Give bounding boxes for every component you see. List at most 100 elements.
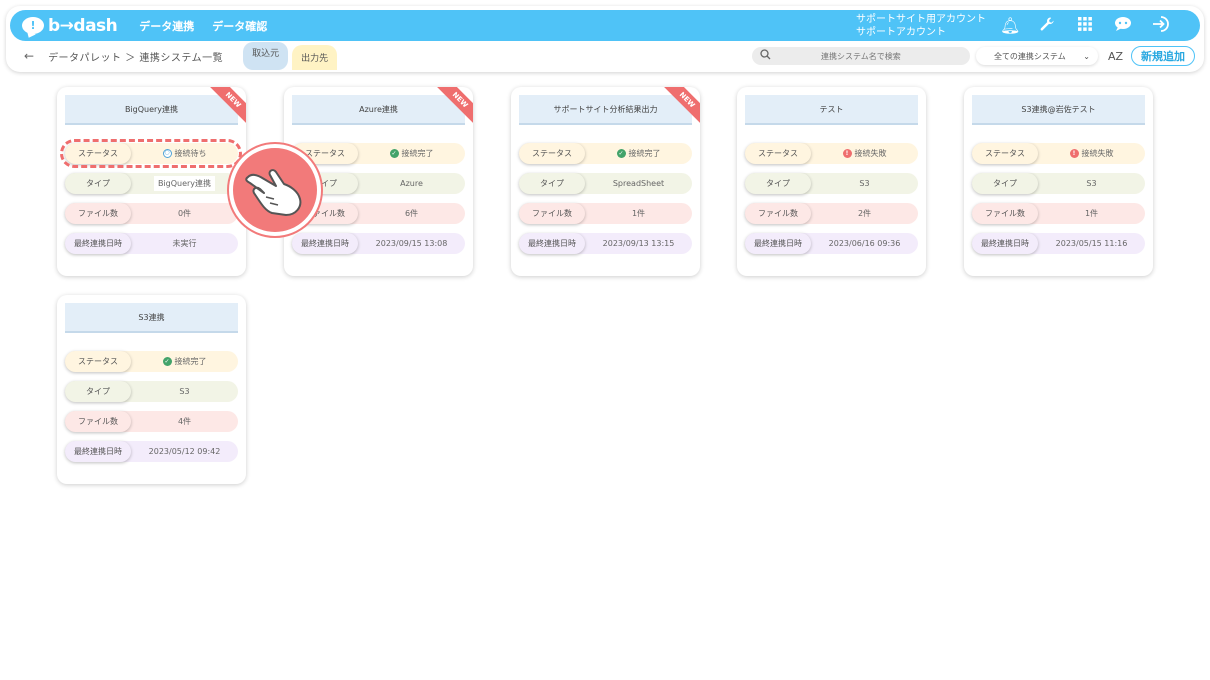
last-run-label: 最終連携日時 [65,233,131,254]
type-label: タイプ [745,173,811,194]
search-input[interactable] [770,51,951,61]
card-title: BigQuery連携 [65,95,238,125]
filter-value: 全ての連携システム [993,51,1066,61]
card-title: サポートサイト分析結果出力 [519,95,692,125]
last-run-row: 最終連携日時 2023/09/13 13:15 [519,233,692,254]
type-text: S3 [179,387,190,396]
status-row: ステータス ✓ 接続完了 [292,143,465,164]
type-label: タイプ [65,381,131,402]
type-text: SpreadSheet [612,179,665,188]
status-ok-icon: ✓ [162,357,172,366]
files-value: 6件 [404,209,419,218]
last-run-row: 最終連携日時 2023/06/16 09:36 [745,233,918,254]
tab-import[interactable]: 取込元 [243,42,289,70]
status-text: 接続完了 [628,149,661,158]
files-row: ファイル数 0件 [65,203,238,224]
top-bar: ! b→dash データ連携 データ確認 サポートサイト用アカウント サポートア… [10,10,1200,41]
files-value: 2件 [857,209,872,218]
last-run-label: 最終連携日時 [519,233,585,254]
type-row: タイプ S3 [972,173,1145,194]
last-run-label: 最終連携日時 [65,441,131,462]
files-value: 1件 [631,209,646,218]
type-text: Azure [400,179,423,188]
last-run-row: 最終連携日時 2023/09/15 13:08 [292,233,465,254]
pointer-hand-icon [229,144,321,236]
sort-az-icon[interactable]: AZ [1108,50,1123,63]
type-row: タイプ S3 [745,173,918,194]
grid-icon[interactable] [1076,16,1094,35]
status-text: 接続完了 [401,149,434,158]
files-row: ファイル数 2件 [745,203,918,224]
status-ng-icon: ! [842,149,852,158]
chat-icon[interactable] [1114,16,1132,36]
type-label: タイプ [519,173,585,194]
type-value: S3 [1038,179,1145,188]
account-info[interactable]: サポートサイト用アカウント サポートアカウント [856,13,986,39]
type-value: S3 [811,179,918,188]
last-run-value: 2023/09/13 13:15 [602,239,675,248]
files-value: 4件 [177,417,192,426]
last-run-label: 最終連携日時 [292,233,358,254]
last-run-value: 2023/05/15 11:16 [1055,239,1128,248]
logo-text: b→dash [48,15,118,36]
type-value: Azure [358,179,465,188]
status-value: ✓ 接続完了 [131,356,238,367]
last-run-row: 最終連携日時 2023/05/12 09:42 [65,441,238,462]
type-value: S3 [131,387,238,396]
type-text: S3 [859,179,870,188]
type-label: タイプ [972,173,1038,194]
tabs: 取込元 出力先 [243,42,338,70]
top-nav: データ連携 データ確認 [139,18,267,34]
files-label: ファイル数 [65,203,131,224]
type-row: タイプ S3 [65,381,238,402]
status-value: ✓ 接続完了 [358,148,465,159]
account-line1: サポートサイト用アカウント [856,13,986,25]
status-text: 接続完了 [174,357,207,366]
status-row: ステータス ! 接続失敗 [972,143,1145,164]
status-row: ステータス ✓ 接続完了 [519,143,692,164]
back-arrow-icon[interactable]: ← [24,49,34,63]
type-text: BigQuery連携 [153,176,216,191]
type-text: S3 [1086,179,1097,188]
tab-export[interactable]: 出力先 [292,45,338,70]
status-row: ステータス ✓ 接続完了 [65,351,238,372]
files-label: ファイル数 [519,203,585,224]
last-run-value: 未実行 [172,239,197,248]
last-run-label: 最終連携日時 [972,233,1038,254]
type-row: タイプ SpreadSheet [519,173,692,194]
add-new-button[interactable]: 新規追加 [1131,46,1195,66]
files-value: 1件 [1084,209,1099,218]
type-row: タイプ BigQuery連携 [65,173,238,194]
status-label: ステータス [519,143,585,164]
card-title: S3連携@岩佐テスト [972,95,1145,125]
nav-data-link[interactable]: データ連携 [139,18,194,34]
logout-icon[interactable] [1152,15,1170,37]
status-value: ! 接続失敗 [811,148,918,159]
system-card[interactable]: サポートサイト分析結果出力 NEW ステータス ✓ 接続完了 タイプ Sprea… [511,87,700,276]
search-icon [760,49,771,63]
type-label: タイプ [65,173,131,194]
nav-data-check[interactable]: データ確認 [212,18,267,34]
status-ng-icon: ! [1069,149,1079,158]
system-card[interactable]: BigQuery連携 NEW ステータス ○ 接続待ち タイプ BigQuery… [57,87,246,276]
system-card[interactable]: テスト ステータス ! 接続失敗 タイプ S3 ファイル数 2件 最終連携日時 … [737,87,926,276]
system-card[interactable]: S3連携@岩佐テスト ステータス ! 接続失敗 タイプ S3 ファイル数 1件 … [964,87,1153,276]
card-title: テスト [745,95,918,125]
wrench-icon[interactable] [1038,16,1056,36]
files-row: ファイル数 4件 [65,411,238,432]
bell-icon[interactable]: 🔔︎ [1000,16,1020,35]
system-filter-select[interactable]: 全ての連携システム ⌄ [976,47,1098,65]
type-value: SpreadSheet [585,179,692,188]
last-run-value: 2023/06/16 09:36 [828,239,901,248]
files-label: ファイル数 [745,203,811,224]
system-card[interactable]: S3連携 ステータス ✓ 接続完了 タイプ S3 ファイル数 4件 最終連携日時… [57,295,246,484]
breadcrumb: データパレット ＞ 連携システム一覧 [48,52,224,64]
chevron-down-icon: ⌄ [1083,51,1090,61]
sub-toolbar: ← データパレット ＞ 連携システム一覧 取込元 出力先 全ての連携システム ⌄… [20,42,1195,70]
logo-bubble-icon: ! [22,17,44,34]
card-title: Azure連携 [292,95,465,125]
type-value: BigQuery連携 [131,176,238,191]
logo[interactable]: ! b→dash [22,15,118,36]
account-line2: サポートアカウント [856,26,946,38]
files-row: ファイル数 1件 [519,203,692,224]
